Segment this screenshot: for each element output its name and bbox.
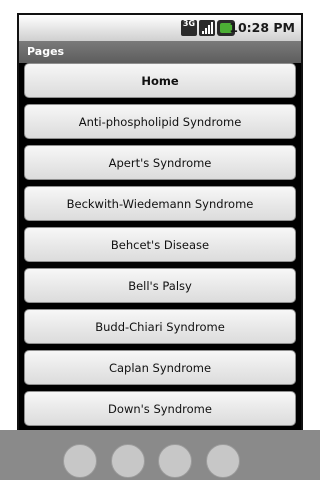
page-button-caplan-syndrome[interactable]: Caplan Syndrome: [24, 350, 296, 385]
page-button-anti-phospholipid-syndrome[interactable]: Anti-phospholipid Syndrome: [24, 104, 296, 139]
menu-hardware-button[interactable]: [111, 444, 145, 478]
search-hardware-button[interactable]: [206, 444, 240, 478]
status-clock: 10:28 PM: [229, 20, 295, 35]
status-icons: 3G: [181, 19, 235, 37]
status-bar: 3G 10:28 PM: [19, 15, 301, 41]
page-button-behcets-disease[interactable]: Behcet's Disease: [24, 227, 296, 262]
signal-strength-icon: [199, 20, 215, 36]
page-button-home[interactable]: Home: [24, 63, 296, 98]
pages-list: Home Anti-phospholipid Syndrome Apert's …: [24, 63, 296, 432]
phone-screen: 3G 10:28 PM Pages Home Anti-phospholipid…: [17, 13, 303, 435]
page-button-aperts-syndrome[interactable]: Apert's Syndrome: [24, 145, 296, 180]
page-button-downs-syndrome[interactable]: Down's Syndrome: [24, 391, 296, 426]
page-title: Pages: [27, 45, 65, 58]
page-button-bells-palsy[interactable]: Bell's Palsy: [24, 268, 296, 303]
page-button-budd-chiari-syndrome[interactable]: Budd-Chiari Syndrome: [24, 309, 296, 344]
home-hardware-button[interactable]: [63, 444, 97, 478]
back-hardware-button[interactable]: [158, 444, 192, 478]
device-bezel: [0, 430, 320, 480]
3g-icon: 3G: [181, 20, 197, 36]
title-bar: Pages: [19, 41, 301, 63]
page-button-beckwith-wiedemann-syndrome[interactable]: Beckwith-Wiedemann Syndrome: [24, 186, 296, 221]
device-frame: 3G 10:28 PM Pages Home Anti-phospholipid…: [0, 0, 320, 480]
